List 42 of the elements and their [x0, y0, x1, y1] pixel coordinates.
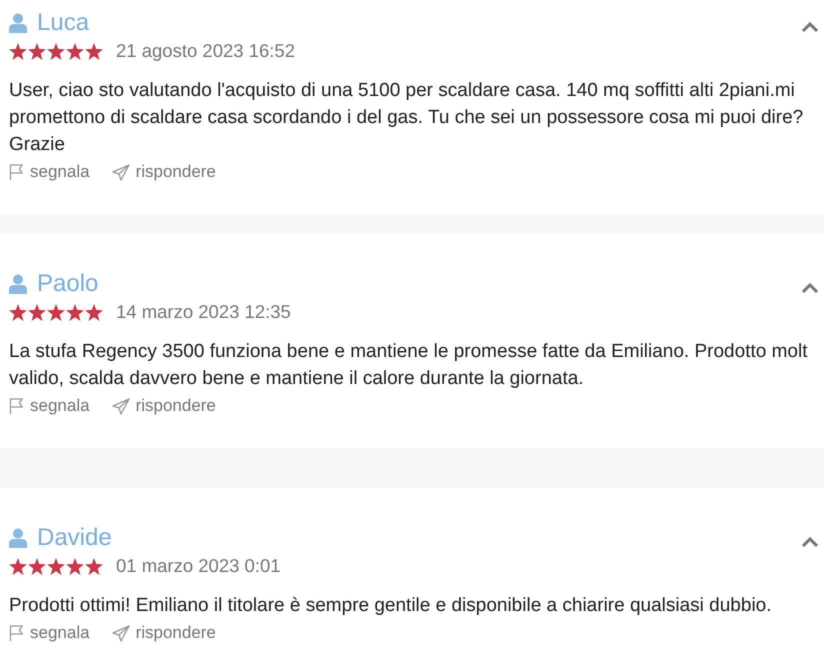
author-name: Paolo: [37, 270, 98, 298]
star-icon: [28, 42, 46, 60]
review-date: 21 agosto 2023 16:52: [116, 40, 295, 62]
star-icon: [9, 304, 27, 320]
star-icon: [85, 558, 103, 574]
star-icon: [47, 304, 65, 320]
star-icon: [47, 42, 65, 60]
reply-link[interactable]: rispondere: [112, 396, 216, 416]
flag-icon: [9, 398, 24, 414]
star-icon: [85, 42, 103, 60]
review-text: Prodotti ottimi! Emiliano il titolare è sempre gentile e disponibile a chiarire qualsiasi dubbio.: [9, 594, 773, 618]
author-name: Luca: [37, 9, 90, 37]
star-icon: [66, 42, 84, 60]
reply-link[interactable]: rispondere: [112, 162, 216, 182]
review-date: 14 marzo 2023 12:35: [116, 301, 291, 323]
report-link[interactable]: segnala: [9, 623, 90, 643]
collapse-icon[interactable]: [802, 537, 818, 547]
flag-icon: [9, 164, 24, 180]
report-link[interactable]: segnala: [9, 396, 90, 416]
star-icon: [47, 558, 65, 574]
reply-link[interactable]: rispondere: [112, 623, 216, 643]
review-date: 01 marzo 2023 0:01: [116, 555, 281, 577]
star-icon: [9, 42, 27, 60]
flag-icon: [9, 625, 24, 641]
star-icon: [66, 558, 84, 574]
star-icon: [28, 558, 46, 574]
paper-plane-icon: [112, 164, 130, 180]
author-name: Davide: [37, 524, 112, 552]
star-icon: [66, 304, 84, 320]
user-icon: [9, 528, 27, 548]
collapse-icon[interactable]: [802, 283, 818, 293]
star-icon: [28, 304, 46, 320]
star-icon: [9, 558, 27, 574]
review-text: La stufa Regency 3500 funziona bene e mantiene le promesse fatte da Emiliano. Prodotto molt valido, scalda davvero bene e mantiene il calore durante la giornata.: [9, 340, 808, 391]
review-text: User, ciao sto valutando l'acquisto di una 5100 per scaldare casa. 140 mq soffitti alti 2piani.mi promettono di scaldare casa scordando i del gas. Tu che sei un possessore cosa mi puoi dire? Grazie: [9, 79, 804, 157]
collapse-icon[interactable]: [802, 22, 818, 32]
report-link[interactable]: segnala: [9, 162, 90, 182]
user-icon: [9, 13, 27, 33]
user-icon: [9, 274, 27, 294]
star-icon: [85, 304, 103, 320]
paper-plane-icon: [112, 398, 130, 414]
paper-plane-icon: [112, 624, 130, 642]
